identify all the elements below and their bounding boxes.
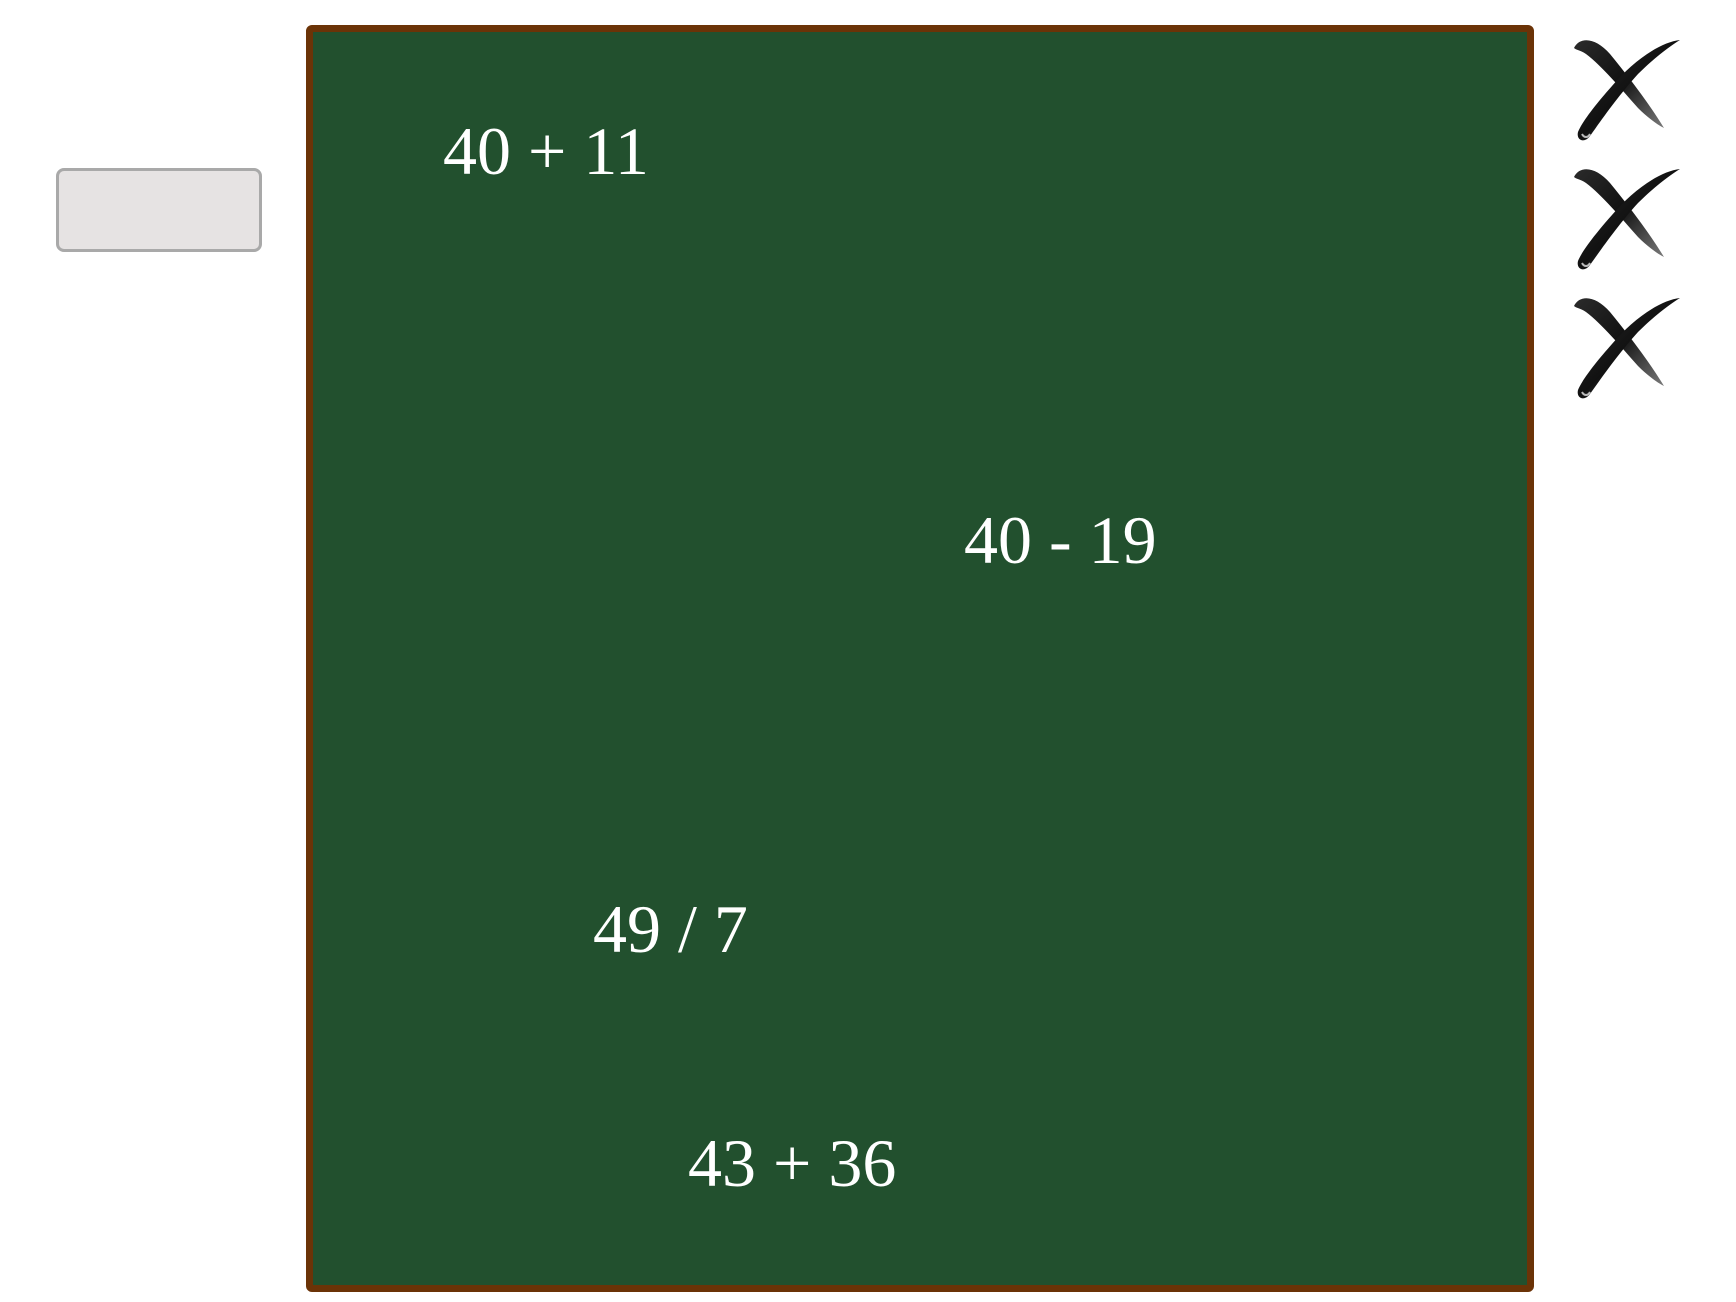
- falling-equation: 40 + 11: [443, 113, 649, 189]
- game-stage: 40 + 11 40 - 19 49 / 7 43 + 36: [0, 0, 1736, 1302]
- falling-equation: 40 - 19: [964, 502, 1157, 578]
- falling-equation: 43 + 36: [688, 1125, 897, 1201]
- answer-input[interactable]: [56, 168, 262, 252]
- falling-equation: 49 / 7: [593, 891, 748, 967]
- x-mark-icon: [1574, 40, 1680, 141]
- lives-indicator: [1566, 32, 1686, 419]
- chalkboard: 40 + 11 40 - 19 49 / 7 43 + 36: [306, 25, 1534, 1292]
- x-mark-icon: [1574, 169, 1680, 270]
- x-mark-icon: [1574, 298, 1680, 399]
